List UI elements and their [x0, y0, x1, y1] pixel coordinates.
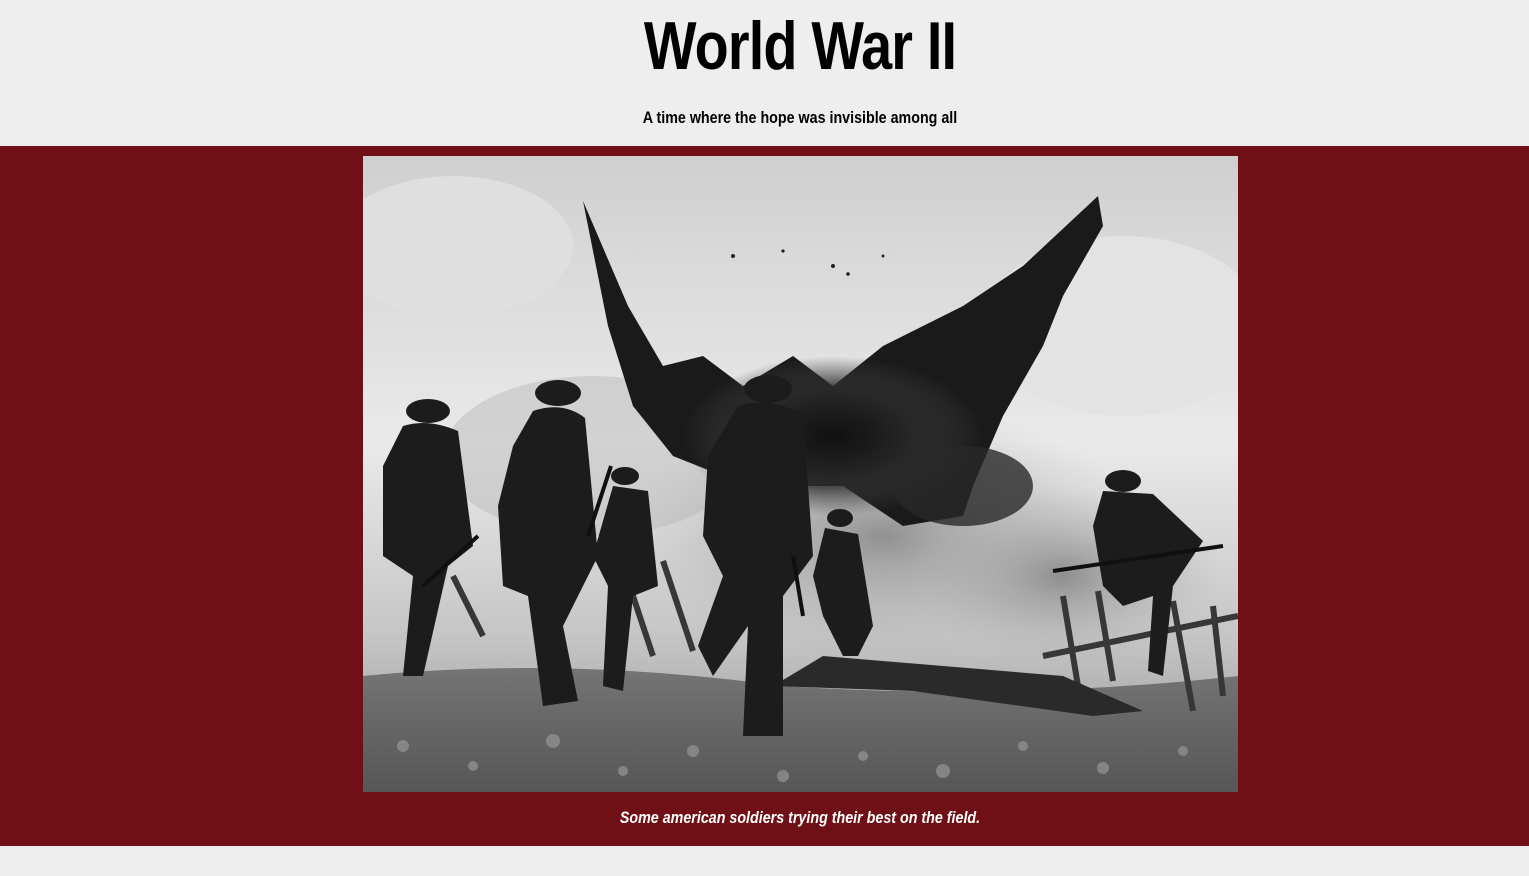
page-subtitle: A time where the hope was invisible amon…	[642, 108, 958, 127]
page-title: World War II	[643, 8, 957, 84]
image-caption: Some american soldiers trying their best…	[619, 808, 981, 827]
page-header: World War II A time where the hope was i…	[0, 0, 1529, 146]
image-section: Some american soldiers trying their best…	[0, 146, 1529, 846]
tribute-page: World War II A time where the hope was i…	[0, 0, 1529, 876]
soldiers-photo	[363, 156, 1238, 792]
